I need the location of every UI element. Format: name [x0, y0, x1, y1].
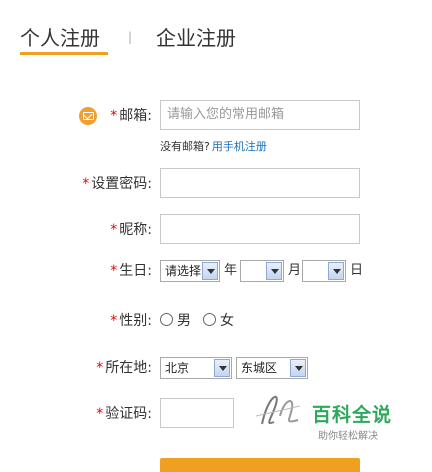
email-row: * 邮箱: 请输入您的常用邮箱: [0, 100, 432, 132]
location-label: * 所在地:: [96, 360, 152, 376]
required-mark: *: [110, 222, 118, 238]
birth-year-value: 请选择: [165, 264, 202, 278]
birth-year-select[interactable]: 请选择: [160, 260, 220, 282]
mail-icon: [79, 107, 97, 125]
registration-tabs: 个人注册 | 企业注册: [0, 0, 432, 60]
required-mark: *: [110, 108, 118, 124]
required-mark: *: [82, 176, 90, 192]
submit-button[interactable]: [160, 458, 360, 472]
day-unit: 日: [350, 263, 364, 278]
password-row: * 设置密码:: [0, 168, 432, 200]
location-row: * 所在地: 北京 东城区: [0, 357, 432, 389]
captcha-label: * 验证码:: [96, 406, 152, 422]
gender-male-option[interactable]: 男: [160, 310, 191, 332]
captcha-glyphs: [255, 395, 301, 425]
password-field[interactable]: [160, 168, 360, 198]
gender-label: * 性别:: [110, 313, 152, 329]
email-label: * 邮箱:: [110, 108, 152, 124]
birthday-label: * 生日:: [110, 263, 152, 279]
district-value: 东城区: [241, 361, 278, 375]
tab-separator: |: [128, 30, 133, 44]
required-mark: *: [96, 406, 104, 422]
password-label: * 设置密码:: [82, 176, 152, 192]
birthday-row: * 生日: 请选择 年 月 日: [0, 260, 432, 292]
captcha-field[interactable]: [160, 398, 234, 428]
tab-enterprise[interactable]: 企业注册: [156, 22, 236, 51]
province-value: 北京: [165, 361, 190, 375]
chevron-down-icon: [290, 359, 306, 377]
chevron-down-icon: [214, 359, 230, 377]
nickname-field[interactable]: [160, 214, 360, 244]
gender-female-option[interactable]: 女: [203, 310, 234, 332]
email-hint: 没有邮箱? 用手机注册: [160, 138, 267, 154]
radio-female[interactable]: [203, 313, 216, 326]
chevron-down-icon: [202, 262, 218, 280]
email-hint-text: 没有邮箱?: [160, 140, 210, 153]
phone-register-link[interactable]: 用手机注册: [212, 140, 267, 153]
chevron-down-icon: [266, 262, 282, 280]
required-mark: *: [110, 263, 118, 279]
province-select[interactable]: 北京: [160, 357, 232, 379]
gender-row: * 性别: 男 女: [0, 310, 432, 342]
month-unit: 月: [288, 263, 302, 278]
required-mark: *: [96, 360, 104, 376]
required-mark: *: [110, 313, 118, 329]
captcha-image[interactable]: [250, 386, 306, 432]
watermark-title: 百科全说: [312, 404, 393, 426]
nickname-label: * 昵称:: [110, 222, 152, 238]
district-select[interactable]: 东城区: [236, 357, 308, 379]
tab-personal[interactable]: 个人注册: [20, 22, 100, 51]
active-tab-indicator: [20, 52, 108, 55]
birth-day-select[interactable]: [302, 260, 346, 282]
nickname-row: * 昵称:: [0, 214, 432, 246]
chevron-down-icon: [328, 262, 344, 280]
radio-male[interactable]: [160, 313, 173, 326]
email-field[interactable]: 请输入您的常用邮箱: [160, 100, 360, 130]
watermark-subtitle: 助你轻松解决: [318, 431, 378, 442]
birth-month-select[interactable]: [240, 260, 284, 282]
year-unit: 年: [224, 263, 238, 278]
watermark: 百科全说 助你轻松解决: [312, 400, 422, 442]
